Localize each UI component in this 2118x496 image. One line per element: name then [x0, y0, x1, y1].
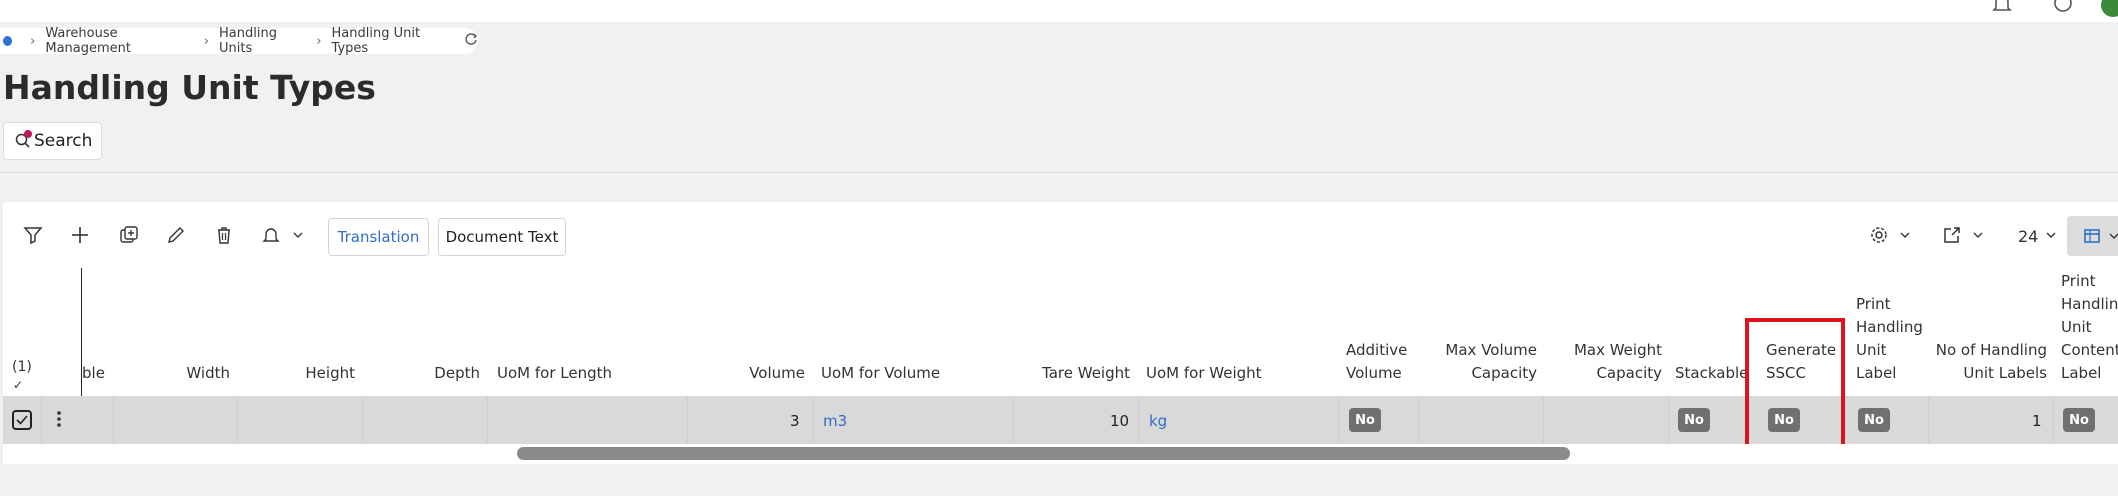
- export-icon[interactable]: [1939, 222, 1965, 248]
- chevron-down-icon[interactable]: [1965, 222, 1991, 248]
- column-header-tare-weight[interactable]: Tare Weight: [1020, 362, 1130, 385]
- search-icon: [15, 130, 32, 149]
- cell-separator: [362, 396, 363, 444]
- column-header-uom-volume[interactable]: UoM for Volume: [821, 362, 940, 385]
- cell-separator: [2053, 396, 2054, 444]
- notification-icon[interactable]: [1990, 0, 2014, 20]
- column-header[interactable]: ble: [82, 362, 105, 385]
- divider: [0, 172, 2118, 173]
- filter-icon[interactable]: [20, 222, 46, 248]
- document-text-button[interactable]: Document Text: [438, 218, 566, 256]
- breadcrumb: › Warehouse Management › Handling Units …: [0, 26, 478, 56]
- view-mode-button[interactable]: [2067, 216, 2118, 256]
- active-filter-indicator: [24, 130, 32, 138]
- column-header-max-weight-capacity[interactable]: Max Weight Capacity: [1562, 339, 1662, 385]
- chevron-down-icon[interactable]: [2038, 222, 2064, 248]
- column-header-additive-volume[interactable]: Additive Volume: [1346, 339, 1410, 385]
- search-button[interactable]: Search: [3, 122, 102, 160]
- breadcrumb-item-warehouse-management[interactable]: Warehouse Management: [45, 26, 193, 56]
- cell-tare-weight: 10: [1110, 412, 1130, 430]
- settings-icon[interactable]: [1866, 222, 1892, 248]
- chevron-right-icon: ›: [203, 33, 209, 49]
- chevron-right-icon: ›: [316, 33, 322, 49]
- cell-separator: [41, 396, 42, 444]
- cell-separator: [1668, 396, 1669, 444]
- cell-separator: [813, 396, 814, 444]
- chevron-right-icon: ›: [30, 33, 36, 49]
- bell-icon[interactable]: [258, 222, 284, 248]
- column-header-volume[interactable]: Volume: [690, 362, 805, 385]
- cell-separator: [1928, 396, 1929, 444]
- cell-separator: [1543, 396, 1544, 444]
- duplicate-icon[interactable]: [116, 222, 142, 248]
- row-checkbox[interactable]: [12, 410, 32, 430]
- home-dot-icon[interactable]: [3, 36, 13, 46]
- page-title: Handling Unit Types: [3, 68, 376, 107]
- top-app-bar: [0, 0, 2118, 22]
- column-header-stackable[interactable]: Stackable: [1675, 362, 1748, 385]
- column-header-uom-weight[interactable]: UoM for Weight: [1146, 362, 1262, 385]
- cell-uom-weight-link[interactable]: kg: [1149, 412, 1167, 430]
- cell-separator: [113, 396, 114, 444]
- horizontal-scrollbar-thumb[interactable]: [517, 447, 1570, 460]
- row-actions-icon[interactable]: [56, 410, 62, 432]
- avatar[interactable]: [2100, 0, 2118, 22]
- rows-per-page-select[interactable]: 24: [2018, 227, 2038, 246]
- search-label: Search: [34, 131, 93, 151]
- cell-separator: [1418, 396, 1419, 444]
- delete-icon[interactable]: [211, 222, 237, 248]
- cell-separator: [687, 396, 688, 444]
- cell-separator: [1338, 396, 1339, 444]
- cell-uom-volume-link[interactable]: m3: [823, 412, 847, 430]
- chevron-down-icon[interactable]: [1892, 222, 1918, 248]
- badge-stackable: No: [1678, 408, 1710, 432]
- cell-separator: [487, 396, 488, 444]
- translation-button[interactable]: Translation: [328, 218, 429, 256]
- badge-print-hu-label: No: [1858, 408, 1890, 432]
- column-header-print-hu-content-label[interactable]: Print Handling Unit Content Label: [2061, 270, 2118, 385]
- badge-print-hu-content-label: No: [2063, 408, 2095, 432]
- edit-icon[interactable]: [163, 222, 189, 248]
- column-header-depth[interactable]: Depth: [390, 362, 480, 385]
- chevron-down-icon: [2101, 223, 2118, 249]
- cell-separator: [1013, 396, 1014, 444]
- badge-additive-volume: No: [1349, 408, 1381, 432]
- breadcrumb-item-handling-units[interactable]: Handling Units: [219, 26, 306, 56]
- refresh-icon[interactable]: [464, 32, 478, 50]
- add-icon[interactable]: [67, 222, 93, 248]
- column-header-print-hu-label[interactable]: Print Handling Unit Label: [1856, 293, 1923, 385]
- column-header-width[interactable]: Width: [140, 362, 230, 385]
- cell-no-of-hu-labels: 1: [2032, 412, 2042, 430]
- column-header-no-of-hu-labels[interactable]: No of Handling Unit Labels: [1932, 339, 2047, 385]
- cell-separator: [237, 396, 238, 444]
- cell-separator: [1138, 396, 1139, 444]
- column-header-height[interactable]: Height: [265, 362, 355, 385]
- column-header-max-volume-capacity[interactable]: Max Volume Capacity: [1432, 339, 1537, 385]
- column-header-uom-length[interactable]: UoM for Length: [497, 362, 612, 385]
- breadcrumb-item-handling-unit-types: Handling Unit Types: [331, 26, 421, 56]
- add-favorite-icon[interactable]: [2052, 0, 2076, 20]
- cell-volume: 3: [790, 412, 800, 430]
- highlight-box: [1745, 318, 1845, 450]
- chevron-down-icon[interactable]: [285, 222, 311, 248]
- check-icon: ✓: [13, 378, 24, 392]
